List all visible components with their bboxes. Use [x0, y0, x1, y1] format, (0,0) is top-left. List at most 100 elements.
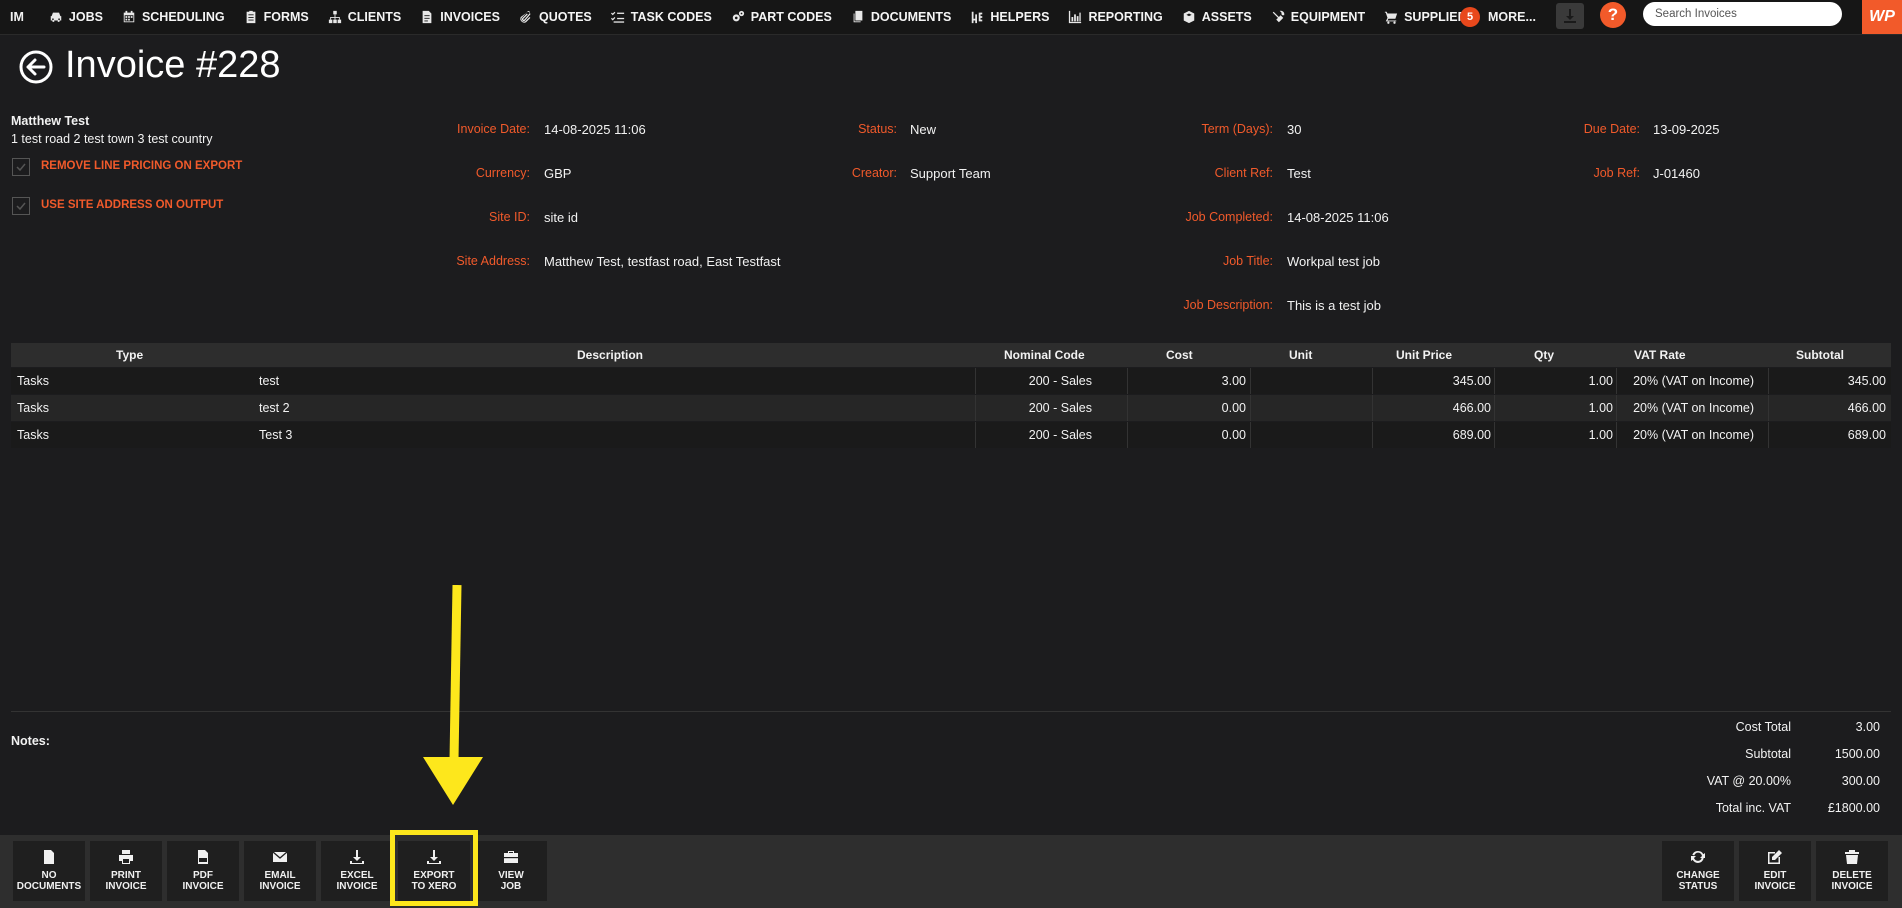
tools-icon [1272, 10, 1285, 23]
job-title-value: Workpal test job [1287, 254, 1380, 269]
col-cost[interactable]: Cost [1166, 348, 1193, 362]
arrow-circle-left-icon [19, 50, 53, 84]
cell-type: Tasks [17, 401, 49, 415]
trash-icon [1845, 850, 1859, 864]
cube-icon [1183, 10, 1194, 24]
remove-line-pricing-checkbox[interactable] [12, 158, 30, 176]
job-ref-label: Job Ref: [1593, 166, 1640, 180]
nav-reporting[interactable]: REPORTING [1068, 10, 1163, 24]
nav-part-codes[interactable]: PART CODES [731, 10, 832, 24]
subtotal-label: Subtotal [1745, 747, 1791, 761]
cell-description: test [259, 374, 280, 388]
total-inc-vat-label: Total inc. VAT [1715, 801, 1791, 815]
cell-cost: 3.00 [1221, 374, 1246, 388]
export-highlight-box [390, 830, 478, 906]
no-documents-button[interactable]: NO DOCUMENTS [13, 841, 85, 901]
print-invoice-button[interactable]: PRINT INVOICE [90, 841, 162, 901]
status-label: Status: [858, 122, 897, 136]
edit-invoice-button[interactable]: EDIT INVOICE [1739, 841, 1811, 901]
search-input[interactable] [1643, 2, 1842, 26]
action-toolbar: NO DOCUMENTS PRINT INVOICE PDF INVOICE EMAI… [0, 835, 1902, 908]
table-row[interactable]: Tasks test 2 200 - Sales 0.00 466.00 1.0… [11, 395, 1891, 421]
vat-label: VAT @ 20.00% [1706, 774, 1791, 788]
back-button[interactable] [19, 50, 53, 84]
due-date-label: Due Date: [1583, 122, 1640, 136]
client-address: 1 test road 2 test town 3 test country [11, 132, 213, 146]
table-header: Type Description Nominal Code Cost Unit … [11, 343, 1891, 367]
cell-vat-rate: 20% (VAT on Income) [1633, 428, 1754, 442]
helpers-icon [972, 11, 983, 24]
cell-description: Test 3 [259, 428, 293, 442]
client-ref-label: Client Ref: [1214, 166, 1273, 180]
nav-documents[interactable]: DOCUMENTS [851, 10, 951, 24]
nav-equipment[interactable]: EQUIPMENT [1271, 10, 1365, 24]
col-nominal-code[interactable]: Nominal Code [1004, 348, 1085, 362]
col-description[interactable]: Description [577, 348, 643, 362]
nav-jobs[interactable]: JOBS [49, 10, 103, 24]
nav-clients[interactable]: CLIENTS [328, 10, 401, 24]
cell-vat-rate: 20% (VAT on Income) [1633, 401, 1754, 415]
cell-qty: 1.00 [1588, 401, 1613, 415]
cell-subtotal: 466.00 [1847, 401, 1886, 415]
email-invoice-button[interactable]: EMAIL INVOICE [244, 841, 316, 901]
edit-icon [1768, 850, 1782, 864]
nav-brand[interactable]: IM [10, 10, 24, 24]
nav-helpers[interactable]: HELPERS [970, 10, 1049, 24]
download-icon [350, 850, 364, 864]
use-site-address-label[interactable]: USE SITE ADDRESS ON OUTPUT [41, 199, 223, 211]
download-button[interactable] [1556, 3, 1584, 29]
cell-unit-price: 466.00 [1452, 401, 1491, 415]
client-name: Matthew Test [11, 114, 90, 128]
job-completed-value: 14-08-2025 11:06 [1287, 210, 1389, 225]
table-row[interactable]: Tasks test 200 - Sales 3.00 345.00 1.00 … [11, 368, 1891, 394]
cell-nominal-code: 200 - Sales [1028, 401, 1092, 415]
col-type[interactable]: Type [116, 348, 143, 362]
col-qty[interactable]: Qty [1534, 348, 1554, 362]
more-label: MORE... [1488, 10, 1536, 24]
clipboard-icon [246, 10, 255, 24]
chart-icon [1069, 10, 1082, 24]
calendar-icon [123, 10, 135, 23]
total-inc-vat-value: £1800.00 [1827, 801, 1880, 815]
nav-invoices[interactable]: INVOICES [420, 10, 500, 24]
change-status-button[interactable]: CHANGE STATUS [1662, 841, 1734, 901]
view-job-button[interactable]: VIEW JOB [475, 841, 547, 901]
page-title: Invoice #228 [65, 44, 281, 86]
invoice-date-value: 14-08-2025 11:06 [544, 122, 646, 137]
help-button[interactable]: ? [1600, 2, 1626, 28]
file-icon [44, 850, 54, 864]
app-logo[interactable]: WP [1862, 0, 1902, 34]
excel-invoice-button[interactable]: EXCEL INVOICE [321, 841, 393, 901]
nav-quotes[interactable]: QUOTES [519, 10, 592, 24]
cell-subtotal: 345.00 [1847, 374, 1886, 388]
cell-qty: 1.00 [1588, 428, 1613, 442]
more-count-badge: 5 [1460, 7, 1480, 27]
nav-scheduling[interactable]: SCHEDULING [122, 10, 225, 24]
col-unit-price[interactable]: Unit Price [1396, 348, 1452, 362]
nav-assets[interactable]: ASSETS [1182, 10, 1252, 24]
nav-forms[interactable]: FORMS [244, 10, 309, 24]
remove-line-pricing-label[interactable]: REMOVE LINE PRICING ON EXPORT [41, 160, 242, 172]
term-value: 30 [1287, 122, 1302, 137]
nav-task-codes[interactable]: TASK CODES [610, 10, 712, 24]
currency-label: Currency: [475, 166, 530, 180]
cell-unit-price: 689.00 [1452, 428, 1491, 442]
copy-icon [853, 10, 863, 23]
pdf-invoice-button[interactable]: PDF INVOICE [167, 841, 239, 901]
use-site-address-checkbox[interactable] [12, 197, 30, 215]
site-address-label: Site Address: [456, 254, 530, 268]
col-vat-rate[interactable]: VAT Rate [1634, 348, 1686, 362]
cell-unit-price: 345.00 [1452, 374, 1491, 388]
cell-type: Tasks [17, 428, 49, 442]
col-subtotal[interactable]: Subtotal [1796, 348, 1844, 362]
table-row[interactable]: Tasks Test 3 200 - Sales 0.00 689.00 1.0… [11, 422, 1891, 448]
cell-type: Tasks [17, 374, 49, 388]
delete-invoice-button[interactable]: DELETE INVOICE [1816, 841, 1888, 901]
invoice-date-label: Invoice Date: [457, 122, 530, 136]
list-check-icon [610, 11, 624, 23]
more-menu[interactable]: 5 MORE... [1460, 4, 1536, 30]
cell-subtotal: 689.00 [1847, 428, 1886, 442]
col-unit[interactable]: Unit [1289, 348, 1312, 362]
cell-cost: 0.00 [1221, 401, 1246, 415]
divider [11, 711, 1891, 712]
